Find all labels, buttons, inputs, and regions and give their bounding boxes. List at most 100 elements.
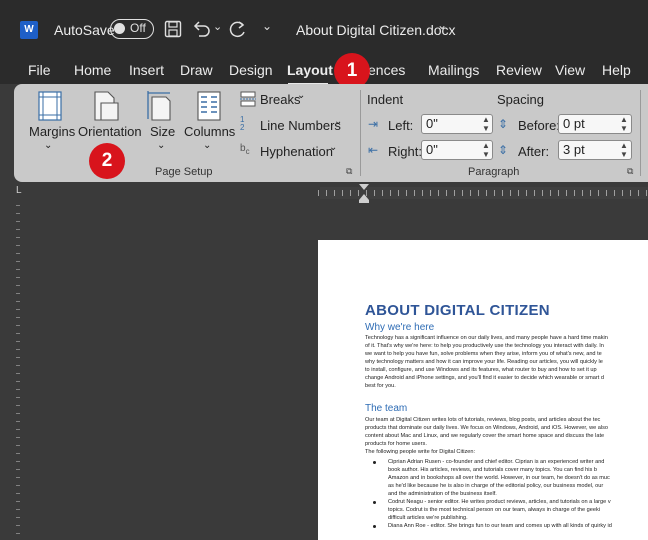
size-icon [147, 91, 171, 121]
autosave-label: AutoSave [54, 22, 115, 38]
margins-button[interactable]: Margins ⌄ [22, 88, 78, 154]
text-line: best for you. [365, 383, 396, 389]
breaks-label: Breaks [260, 92, 301, 107]
tab-references[interactable]: ences [368, 62, 405, 78]
indent-left-spinner[interactable]: ▲ ▼ [482, 115, 490, 133]
spacing-after-label: After: [518, 144, 550, 159]
indent-right-spinner[interactable]: ▲ ▼ [482, 141, 490, 159]
orientation-icon [94, 91, 119, 121]
text-line: products that dominate our daily lives. … [365, 425, 609, 431]
margins-icon [38, 91, 62, 121]
text-line: we want to help you have fun, solve prob… [365, 351, 602, 357]
tab-draw[interactable]: Draw [180, 62, 213, 78]
chevron-down-icon: ⌄ [334, 116, 343, 127]
save-icon[interactable] [164, 20, 182, 38]
page-setup-launcher-icon[interactable]: ⧉ [346, 166, 352, 177]
text-line: Codrut Neagu - senior editor. He writes … [388, 499, 611, 505]
text-line: topics. Codrut is the most technical per… [388, 507, 601, 513]
spacing-before-label: Before: [518, 118, 560, 133]
indent-left-label: Left: [388, 118, 414, 133]
document-title: About Digital Citizen.docx [296, 22, 456, 38]
text-line: difficult articles we're publishing. [388, 515, 468, 521]
text-line: book author. His articles, reviews, and … [388, 467, 597, 473]
text-line: The following people write for Digital C… [365, 449, 476, 455]
columns-button[interactable]: Columns ⌄ [182, 88, 236, 154]
document-heading: About Digital Citizen [365, 302, 550, 319]
title-dropdown-icon[interactable]: ⌄ [437, 18, 447, 32]
chevron-down-icon: ⌄ [203, 140, 212, 151]
spacing-before-icon: ⇕ [498, 117, 509, 131]
text-line: Amazon and in bookshops all over the wor… [388, 475, 610, 481]
text-line: content about Mac and Linux, and we regu… [365, 433, 605, 439]
tab-insert[interactable]: Insert [129, 62, 164, 78]
columns-icon [197, 91, 221, 121]
text-line: to install, configure, and use Windows a… [365, 367, 597, 373]
spacing-title: Spacing [497, 92, 544, 107]
spacing-before-spinner[interactable]: ▲ ▼ [620, 115, 628, 133]
tab-home[interactable]: Home [74, 62, 111, 78]
tab-layout[interactable]: Layout [287, 62, 333, 78]
indent-right-icon: ⇤ [368, 143, 379, 157]
indent-title: Indent [367, 92, 404, 107]
breaks-icon [240, 91, 256, 107]
group-divider [360, 90, 361, 176]
chevron-down-icon: ⌄ [329, 142, 338, 153]
tab-help[interactable]: Help [602, 62, 631, 78]
undo-dropdown-icon[interactable]: ⌄ [213, 20, 222, 33]
indent-marker[interactable] [357, 184, 371, 204]
text-line: Ciprian Adrian Rusen - co-founder and ch… [388, 459, 605, 465]
section-heading-why: Why we're here [365, 322, 435, 333]
spacing-after-spinner[interactable]: ▲ ▼ [620, 141, 628, 159]
bullet-dot [373, 461, 376, 464]
redo-icon[interactable] [228, 20, 248, 38]
text-line: Technology has a significant influence o… [365, 335, 608, 341]
bullet-dot [373, 525, 376, 528]
tab-file[interactable]: File [28, 62, 51, 78]
line-numbers-label: Line Numbers [260, 118, 341, 133]
paragraph-group-label: Paragraph [468, 166, 520, 178]
line-numbers-button[interactable]: 12 Line Numbers ⌄ [238, 116, 348, 134]
text-line: Diana Ann Roe - editor. She brings fun t… [388, 523, 612, 529]
spacing-after-icon: ⇕ [498, 143, 509, 157]
customize-toolbar-icon[interactable]: ⌄ [262, 19, 272, 33]
bullet-dot [373, 501, 376, 504]
hyphenation-label: Hyphenation [260, 144, 333, 159]
breaks-button[interactable]: Breaks ⌄ [238, 90, 310, 108]
indent-left-icon: ⇥ [368, 117, 379, 131]
text-line: why technology matters and how it can im… [365, 359, 603, 365]
tab-mailings[interactable]: Mailings [428, 62, 479, 78]
columns-label: Columns [184, 124, 236, 139]
chevron-down-icon: ⌄ [44, 140, 53, 151]
text-line: products for home users. [365, 441, 427, 447]
indent-right-label: Right: [388, 144, 422, 159]
autosave-toggle[interactable]: Off [110, 19, 154, 39]
margins-label: Margins [29, 124, 76, 139]
text-line: change Android and iPhone settings, and … [365, 375, 604, 381]
word-app-icon: W [20, 21, 38, 39]
paragraph-launcher-icon[interactable]: ⧉ [627, 166, 633, 177]
autosave-state: Off [130, 21, 146, 35]
document-page[interactable]: About Digital Citizen Why we're here Tec… [318, 240, 648, 540]
tab-view[interactable]: View [555, 62, 585, 78]
page-setup-group-label: Page Setup [155, 166, 213, 178]
tab-design[interactable]: Design [229, 62, 273, 78]
vertical-ruler [16, 205, 20, 540]
chevron-down-icon: ⌄ [157, 140, 166, 151]
hyphenation-button[interactable]: bc Hyphenation ⌄ [238, 142, 342, 160]
chevron-down-icon: ⌄ [297, 90, 306, 101]
section-heading-team: The team [365, 403, 408, 414]
size-label: Size [150, 124, 176, 139]
undo-icon[interactable] [192, 20, 212, 38]
tab-selector-icon[interactable]: L [16, 185, 22, 196]
orientation-label: Orientation [78, 124, 142, 139]
spacing-after-value: 3 pt [563, 142, 585, 157]
callout-badge-2: 2 [89, 143, 125, 179]
text-line: as he'd like because he is also in charg… [388, 483, 604, 489]
spacing-before-value: 0 pt [563, 116, 585, 131]
text-line: of it. That's why we're here: to help yo… [365, 343, 604, 349]
indent-right-value: 0" [426, 142, 438, 157]
tab-review[interactable]: Review [496, 62, 542, 78]
group-divider [640, 90, 641, 176]
size-button[interactable]: Size ⌄ [142, 88, 178, 154]
hyphenation-icon: bc [240, 143, 250, 156]
